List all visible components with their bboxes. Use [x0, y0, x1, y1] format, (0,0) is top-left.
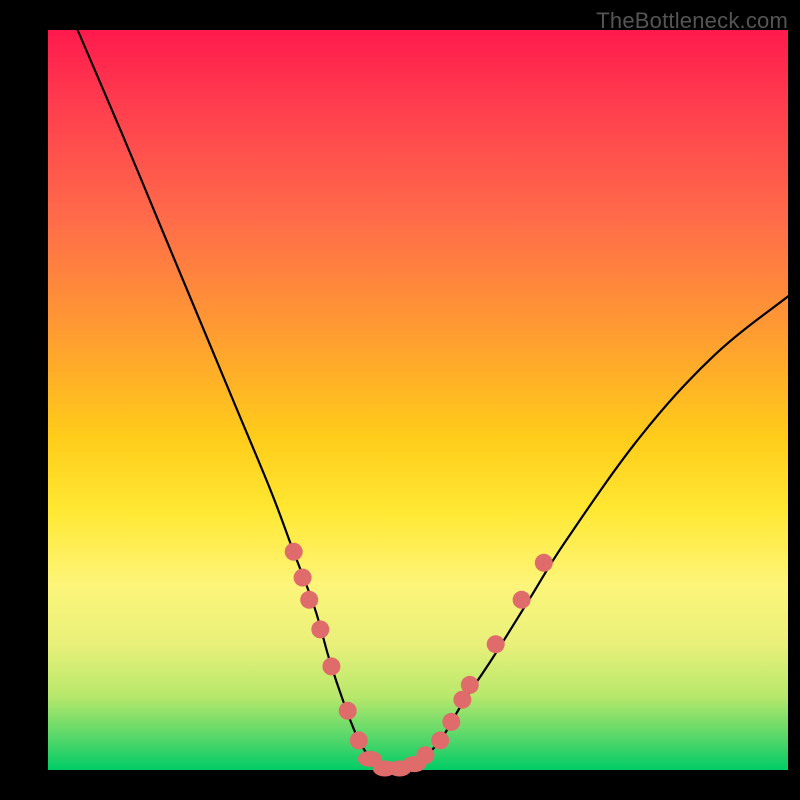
- curve-marker: [294, 569, 312, 587]
- curve-marker: [431, 731, 449, 749]
- curve-marker: [535, 554, 553, 572]
- curve-marker: [416, 746, 434, 764]
- chart-overlay: [48, 30, 788, 770]
- chart-frame: TheBottleneck.com: [0, 0, 800, 800]
- curve-marker: [285, 543, 303, 561]
- curve-marker: [322, 657, 340, 675]
- curve-marker: [311, 620, 329, 638]
- curve-marker: [461, 676, 479, 694]
- bottleneck-curve: [78, 30, 788, 771]
- curve-markers: [285, 543, 553, 777]
- curve-marker: [513, 591, 531, 609]
- curve-marker: [300, 591, 318, 609]
- curve-marker: [350, 731, 368, 749]
- curve-marker: [339, 702, 357, 720]
- curve-marker: [487, 635, 505, 653]
- curve-marker: [442, 713, 460, 731]
